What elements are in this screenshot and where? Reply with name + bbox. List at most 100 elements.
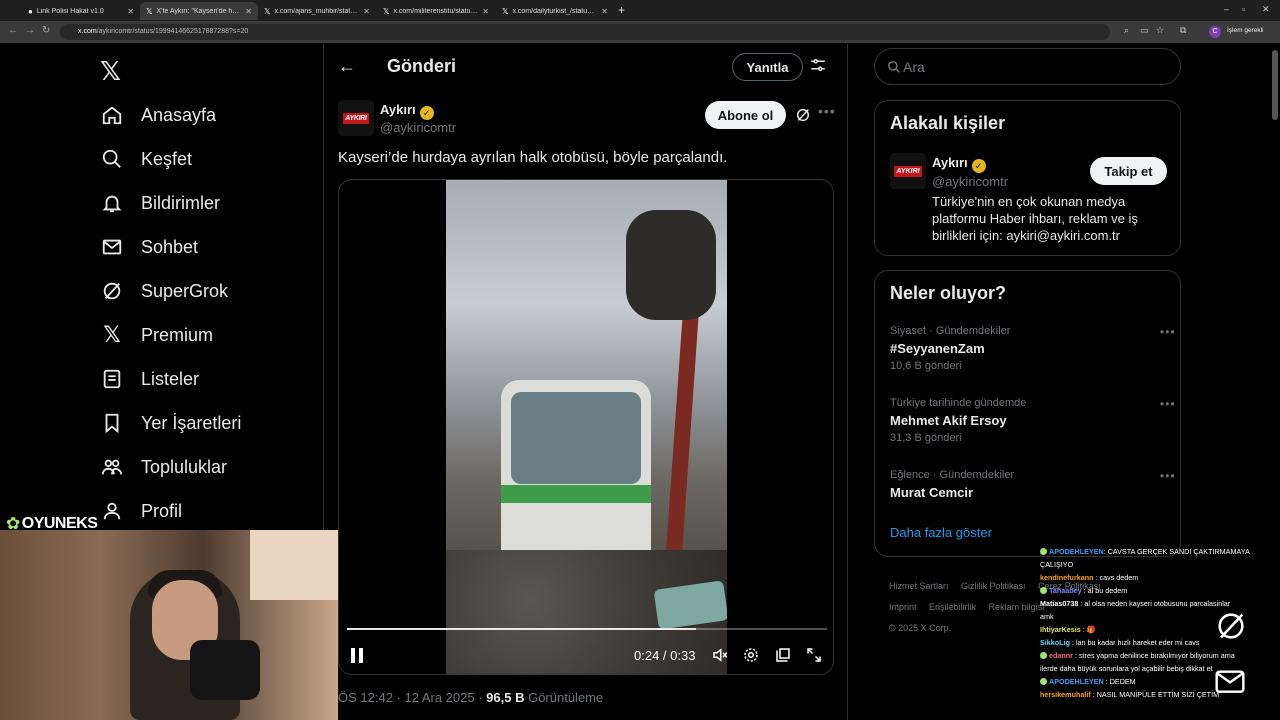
show-more-link[interactable]: Daha fazla göster [890,525,992,540]
author-avatar[interactable]: AYKIRI [338,100,374,136]
cast-icon[interactable]: ▭ [1140,25,1149,36]
page-title: Gönderi [387,56,457,76]
tab-close-icon[interactable]: ✕ [601,7,608,16]
nav-item-communities[interactable]: Topluluklar [100,452,227,482]
grok-floating-icon[interactable] [1214,609,1250,645]
post-view-label: Görüntüleme [524,690,604,705]
chat-username: kendinefurkann [1040,573,1094,582]
post-timestamp[interactable]: ÖS 12:42 · 12 Ara 2025 · [338,690,486,705]
trend-more-icon[interactable]: ••• [1160,469,1176,483]
back-nav-icon[interactable]: ← [8,25,18,36]
new-tab-icon[interactable]: + [618,3,625,17]
chat-message: kendinefurkann : cavs dedem [1040,571,1278,584]
sync-status-label[interactable]: İşlem gerekli [1227,27,1263,34]
nav-item-label: Profil [141,500,183,521]
x-favicon-icon: 𝕏 [502,6,509,16]
nav-item-lists[interactable]: Listeler [100,364,199,394]
volume-icon[interactable] [711,646,731,666]
nav-item-bookmarks[interactable]: Yer İşaretleri [100,408,241,438]
post-text: Kayseri’de hurdaya ayrılan halk otobüsü,… [338,149,728,166]
chat-text: : 🎁 [1080,625,1096,634]
tab-close-icon[interactable]: ✕ [363,7,370,16]
tab-close-icon[interactable]: ✕ [245,7,252,16]
zoom-icon[interactable]: ⌕ [1124,25,1129,36]
grok-icon[interactable] [795,107,811,123]
related-handle[interactable]: @aykiricomtr [932,174,1008,189]
search-box[interactable] [874,48,1181,85]
video-player[interactable]: 0:24 / 0:33 [338,179,834,675]
browser-tab[interactable]: 𝕏x.com/militerenstitu/status/199 ✕ [377,2,495,20]
back-arrow-icon[interactable]: ← [338,56,356,77]
pause-icon[interactable] [351,648,365,664]
chat-text: ÇALIŞIYO [1040,560,1074,569]
nav-item-premium[interactable]: 𝕏 Premium [100,320,213,350]
filter-sliders-icon[interactable] [809,56,827,74]
reload-icon[interactable]: ↻ [42,25,50,36]
url-field[interactable]: x.com/aykiricomtr/status/199941466251788… [60,24,1110,40]
footer-link[interactable]: Imprint [889,602,917,612]
related-bio: Türkiye'nin en çok okunan medya platform… [932,194,1138,243]
tab-close-icon[interactable]: ✕ [127,7,134,16]
footer-link[interactable]: Hizmet Şartları [889,581,949,591]
related-avatar[interactable]: AYKIRI [890,153,926,189]
url-path: /aykiricomtr/status/1999414662517887288?… [96,28,249,35]
nav-item-home[interactable]: Anasayfa [100,100,216,130]
trend-item[interactable]: Eğlence · Gündemdekiler Murat Cemcir ••• [890,469,1175,500]
trend-more-icon[interactable]: ••• [1160,397,1176,411]
tab-close-icon[interactable]: ✕ [482,7,489,16]
chat-text: : lan bu kadar hızlı hareket eder mi cav… [1069,638,1200,647]
forward-nav-icon[interactable]: → [25,25,35,36]
minimize-icon[interactable]: – [1224,4,1229,14]
more-options-icon[interactable]: ••• [818,103,836,119]
extensions-icon[interactable]: ⧉ [1180,25,1186,36]
picture-in-picture-icon[interactable] [774,646,794,666]
x-logo-icon[interactable]: 𝕏 [100,56,121,87]
page-scrollbar[interactable] [1272,50,1278,120]
tab-label: Link Polisi Hakat v1.0 [36,7,104,15]
nav-item-label: Keşfet [141,148,193,169]
chat-username: hersikemuhalif [1040,690,1091,699]
subscribe-button[interactable]: Abone ol [705,101,786,129]
tab-favicon-icon: ● [28,6,33,16]
trend-more-icon[interactable]: ••• [1160,325,1176,339]
video-progress-bar[interactable] [347,628,827,630]
video-frame [446,180,727,674]
settings-gear-icon[interactable] [742,646,762,666]
browser-tab[interactable]: 𝕏x.com/dailyturkist_/status/199 ✕ [496,2,614,20]
related-name[interactable]: Aykırı ✓ [932,155,986,173]
chat-message: Tahaabey : al bu dedem [1040,584,1278,597]
nav-item-label: Listeler [141,368,200,389]
nav-item-supergrok[interactable]: SuperGrok [100,276,228,306]
nav-item-label: Bildirimler [141,192,221,213]
browser-tab[interactable]: ● Link Polisi Hakat v1.0 ✕ [22,2,140,20]
browser-tab-active[interactable]: 𝕏X'te Aykırı: "Kayseri'de hurdaya ✕ [140,2,258,20]
nav-item-profile[interactable]: Profil [100,496,182,526]
author-handle[interactable]: @aykiricomtr [380,120,456,135]
trend-item[interactable]: Türkiye tarihinde gündemde Mehmet Akif E… [890,397,1175,444]
bookmark-star-icon[interactable]: ☆ [1156,25,1164,36]
chat-message: edannr : stres yapma denilince bırakılmı… [1040,649,1278,662]
fullscreen-icon[interactable] [805,646,825,666]
author-name[interactable]: Aykırı ✓ [380,102,434,120]
nav-item-chat[interactable]: Sohbet [100,232,198,262]
footer-link[interactable]: Gizlilik Politikası [961,581,1026,591]
browser-profile-avatar[interactable]: C [1209,26,1221,38]
footer-link[interactable]: Erişilebilirlik [929,602,976,612]
mail-icon [100,235,124,259]
search-input[interactable] [903,57,1163,77]
follow-button[interactable]: Takip et [1090,157,1167,185]
trend-item[interactable]: Siyaset · Gündemdekiler #SeyyanenZam 10,… [890,325,1175,372]
nav-item-explore[interactable]: Keşfet [100,144,192,174]
nav-item-label: Premium [141,324,214,345]
nav-item-label: SuperGrok [141,280,229,301]
nav-item-notifications[interactable]: Bildirimler [100,188,220,218]
close-window-icon[interactable]: ✕ [1262,4,1270,15]
reply-button[interactable]: Yanıtla [732,53,803,81]
messages-floating-icon[interactable] [1214,667,1248,697]
browser-tab-bar: ● Link Polisi Hakat v1.0 ✕ 𝕏 X'te Aykırı: "… [0,0,1280,21]
maximize-icon[interactable]: ▫ [1242,4,1245,14]
browser-tab[interactable]: 𝕏x.com/ajans_muhbir/status/199 ✕ [258,2,376,20]
footer-link[interactable]: Reklam bilgisi [989,602,1045,612]
bell-icon [100,191,124,215]
communities-icon [100,455,124,479]
